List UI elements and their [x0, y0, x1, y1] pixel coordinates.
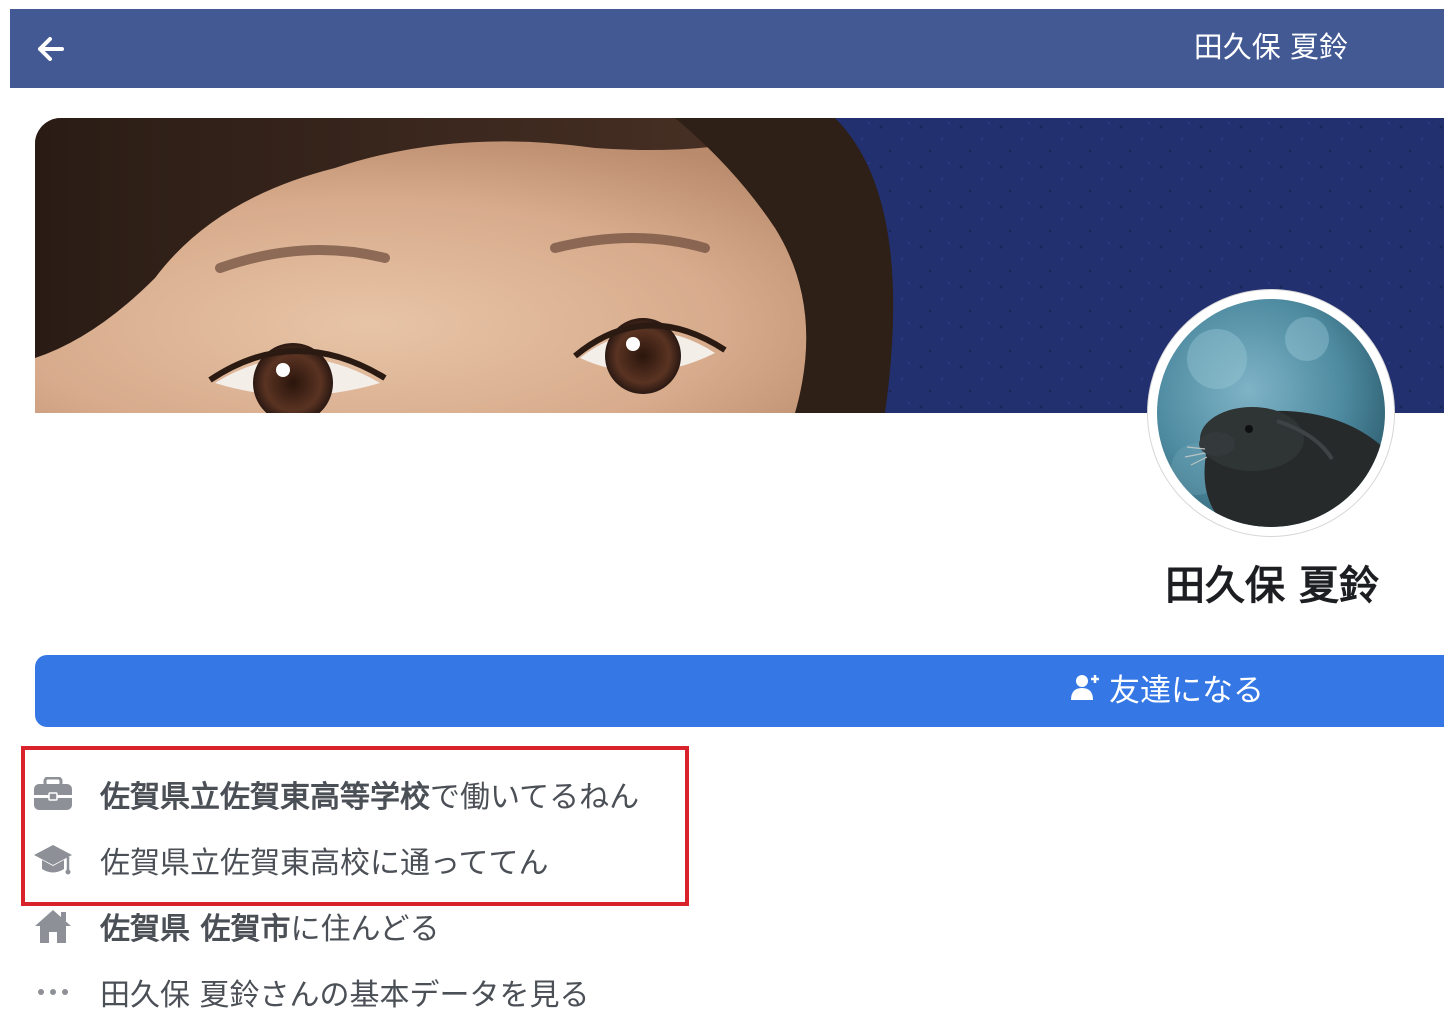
- home-icon: [30, 906, 76, 946]
- city-link[interactable]: 佐賀市: [200, 904, 290, 948]
- more-dots-icon: [30, 972, 76, 1012]
- sea-lion-image: [1157, 299, 1385, 527]
- intro-work-row: 佐賀県立佐賀東高等学校 で働いてるねん: [30, 770, 639, 818]
- intro-more-row[interactable]: 田久保 夏鈴さんの基本データを見る: [30, 968, 590, 1016]
- prefecture-link[interactable]: 佐賀県: [100, 904, 190, 948]
- briefcase-icon: [30, 774, 76, 814]
- person-add-icon: [1071, 670, 1099, 712]
- intro-location-row: 佐賀県 佐賀市 に住んどる: [30, 902, 440, 950]
- workplace-link[interactable]: 佐賀県立佐賀東高等学校: [100, 772, 430, 816]
- profile-page: 田久保 夏鈴 田久保 夏鈴 友達になる 佐賀県立佐賀東高等学校 で働いてるねん …: [0, 0, 1456, 1028]
- add-friend-button[interactable]: 友達になる: [35, 655, 1444, 727]
- add-friend-label: 友達になる: [1109, 673, 1264, 709]
- profile-name: 田久保 夏鈴: [1165, 563, 1379, 609]
- top-header-bar: 田久保 夏鈴: [10, 9, 1444, 88]
- header-title: 田久保 夏鈴: [1193, 30, 1348, 64]
- back-button[interactable]: [32, 31, 72, 67]
- intro-education-row: 佐賀県立佐賀東高校に通っててん: [30, 836, 549, 884]
- graduation-cap-icon: [30, 840, 76, 880]
- basic-info-link[interactable]: 田久保 夏鈴さんの基本データを見る: [100, 970, 590, 1014]
- work-suffix: で働いてるねん: [430, 780, 640, 815]
- location-suffix: に住んどる: [290, 912, 440, 947]
- location-space: [190, 909, 200, 944]
- add-friend-button-content[interactable]: 友達になる: [1071, 670, 1264, 712]
- arrow-left-icon[interactable]: [32, 31, 72, 67]
- education-link[interactable]: 佐賀県立佐賀東高校に通っててん: [100, 838, 549, 882]
- profile-picture[interactable]: [1148, 290, 1394, 536]
